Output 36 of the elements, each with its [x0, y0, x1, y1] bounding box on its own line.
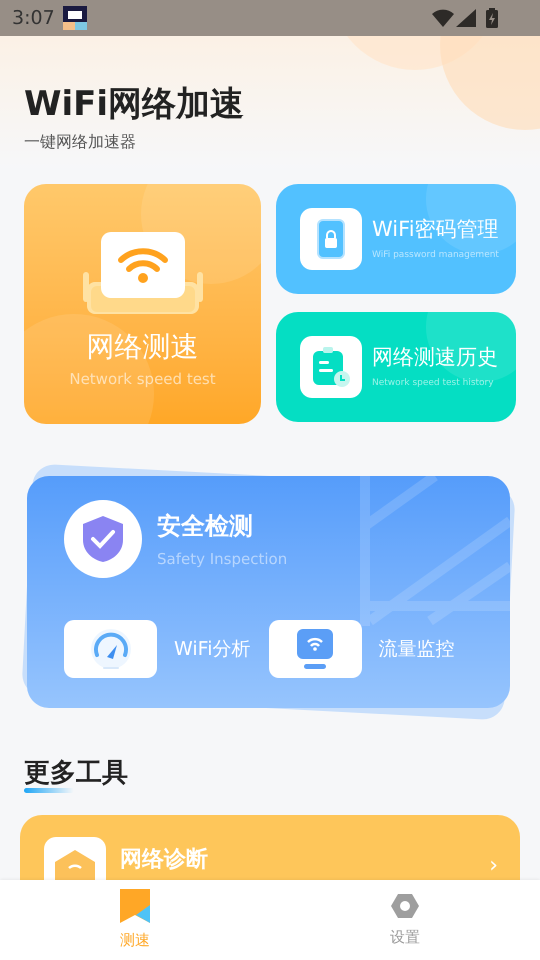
app-notification-icon	[62, 6, 87, 30]
password-card[interactable]: WiFi密码管理 WiFi password management	[276, 184, 516, 294]
router-wifi-icon	[82, 232, 202, 316]
phone-lock-icon	[317, 219, 345, 259]
settings-icon	[391, 892, 419, 920]
tab-item[interactable]: 测速	[0, 880, 270, 960]
wifi-signal-icon	[432, 9, 454, 27]
tool-tile[interactable]	[64, 620, 157, 678]
section-title: 更多工具	[24, 757, 128, 790]
tool-tile[interactable]	[268, 620, 362, 678]
app-title: WiFi网络加速	[24, 84, 246, 124]
app-subtitle: 一键网络加速器	[24, 131, 137, 153]
monitor-wifi-icon	[296, 628, 334, 670]
status-time: 3:07	[12, 6, 55, 31]
clipboard-clock-icon	[311, 346, 351, 388]
card-subtitle: WiFi password management	[372, 249, 499, 262]
safety-subtitle: Safety Inspection	[157, 548, 288, 570]
history-card[interactable]: 网络测速历史 Network speed test history	[276, 312, 516, 422]
cell-signal-icon	[456, 9, 476, 27]
card-subtitle: Network speed test history	[372, 377, 495, 390]
tool-title: 网络诊断	[120, 846, 208, 874]
card-title: 网络测速历史	[372, 344, 498, 372]
tab-item[interactable]: 设置	[270, 880, 540, 960]
tool-label[interactable]: WiFi分析	[174, 634, 250, 664]
chevron-right-icon: ›	[489, 849, 498, 880]
network-diagnosis-card[interactable]: 网络诊断 ›	[20, 815, 520, 880]
battery-icon	[486, 8, 498, 28]
card-title: 网络测速	[86, 330, 198, 364]
card-title: WiFi密码管理	[372, 216, 499, 244]
tool-label[interactable]: 流量监控	[378, 634, 454, 664]
speedometer-icon	[88, 627, 132, 671]
bookmark-icon	[120, 888, 150, 923]
card-subtitle: Network speed test	[69, 369, 216, 390]
safety-title: 安全检测	[157, 510, 254, 542]
safety-inspection-card[interactable]: 安全检测 Safety Inspection WiFi分析 流量监控	[27, 476, 510, 708]
speed-test-card[interactable]: 网络测速 Network speed test	[24, 184, 261, 424]
